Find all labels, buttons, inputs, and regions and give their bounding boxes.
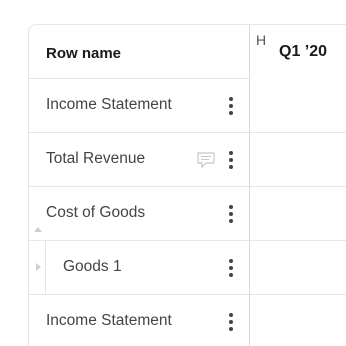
- table-cell[interactable]: (: [250, 79, 346, 133]
- column-letter: H: [256, 32, 267, 48]
- more-vertical-icon[interactable]: [225, 257, 237, 279]
- more-vertical-icon[interactable]: [225, 149, 237, 171]
- indent-guide: [45, 241, 46, 295]
- caret-right-icon[interactable]: [36, 263, 41, 271]
- table-row[interactable]: Goods 1: [29, 241, 249, 295]
- row-name-header-label: Row name: [46, 45, 122, 62]
- more-vertical-icon[interactable]: [225, 311, 237, 333]
- table-cell[interactable]: (: [250, 295, 346, 346]
- data-grid: Row name Income Statement Total Revenue …: [28, 24, 346, 346]
- more-vertical-icon[interactable]: [225, 95, 237, 117]
- row-label: Income Statement: [46, 96, 172, 113]
- table-row[interactable]: Income Statement: [29, 79, 249, 133]
- frozen-column: Row name Income Statement Total Revenue …: [29, 25, 249, 346]
- table-cell[interactable]: 7ξ: [250, 241, 346, 295]
- row-label: Goods 1: [63, 258, 122, 275]
- comment-icon[interactable]: [197, 152, 215, 168]
- row-label: Total Revenue: [46, 150, 146, 167]
- table-row[interactable]: Cost of Goods: [29, 187, 249, 241]
- table-row[interactable]: Total Revenue: [29, 133, 249, 187]
- more-vertical-icon[interactable]: [225, 203, 237, 225]
- row-name-header: Row name: [29, 25, 249, 79]
- row-label: Income Statement: [46, 312, 172, 329]
- caret-up-icon[interactable]: [34, 227, 42, 232]
- row-label: Cost of Goods: [46, 204, 146, 221]
- table-cell[interactable]: 4: [250, 187, 346, 241]
- table-cell[interactable]: 5€: [250, 133, 346, 187]
- column-header-q1-20[interactable]: Q1 ’20: [279, 43, 327, 61]
- table-row[interactable]: Income Statement: [29, 295, 249, 346]
